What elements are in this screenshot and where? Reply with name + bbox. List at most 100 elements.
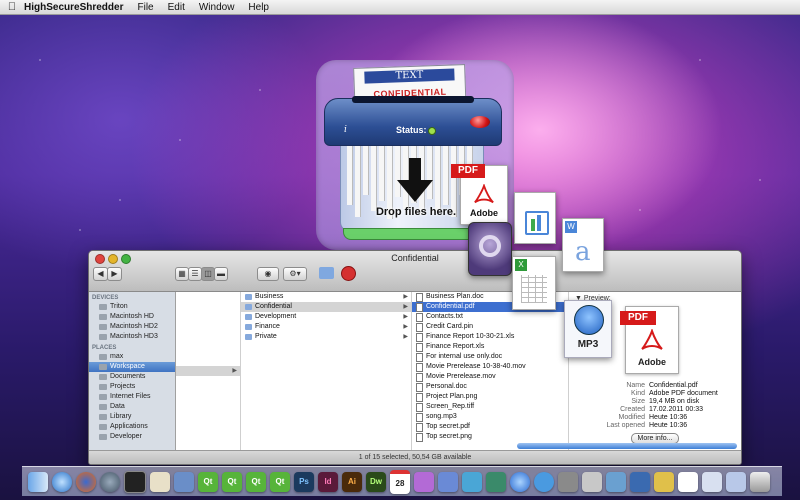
file-row[interactable]: Project Plan.png [412,392,568,402]
folder-row[interactable]: Development ▶ [241,312,411,322]
delete-icon[interactable] [341,266,356,281]
column-view-button[interactable]: ◫ [201,267,215,281]
app-dock-icon[interactable] [438,471,458,492]
menu-file[interactable]: File [137,2,153,13]
calendar-dock-icon[interactable]: 28 [390,469,410,494]
shred-button[interactable] [470,116,490,128]
sidebar-item-workspace[interactable]: Workspace [89,362,175,372]
sidebar-item-data[interactable]: Data [89,402,175,412]
sidebar-item-macintosh-hd[interactable]: Macintosh HD [89,312,175,322]
sidebar-item-label: max [110,353,124,360]
info-icon[interactable]: i [344,125,347,135]
list-view-button[interactable]: ☰ [188,267,202,281]
file-row[interactable]: Top secret.png [412,432,568,442]
folder-row[interactable]: Finance ▶ [241,322,411,332]
sidebar-item-macintosh-hd3[interactable]: Macintosh HD3 [89,332,175,342]
app-dock-icon[interactable] [654,471,674,492]
file-row[interactable]: Contacts.txt [412,312,568,322]
sidebar-item-projects[interactable]: Projects [89,382,175,392]
window-titlebar[interactable]: Confidential ◀ ▶ ▦ ☰ ◫ ▬ ◉ ⚙▾ [89,251,741,292]
illustrator-dock-icon[interactable]: Ai [342,471,362,492]
folder-row[interactable]: Business ▶ [241,292,411,302]
sidebar-item-label: Applications [110,423,148,430]
folder-icon [245,324,252,330]
app-dock-icon[interactable] [558,471,578,492]
app-dock-icon[interactable] [414,471,434,492]
movie-icon [416,362,423,372]
editor-dock-icon[interactable] [150,471,170,492]
folder-row[interactable]: Private ▶ [241,332,411,342]
system-dock-icon[interactable] [100,471,120,492]
action-gear-icon[interactable]: ⚙▾ [283,267,307,281]
folder-row[interactable]: Confidential ▶ [241,302,411,312]
app-menu[interactable]: HighSecureShredder [24,2,123,13]
file-name: Contacts.txt [426,313,463,320]
firefox-dock-icon[interactable] [76,471,96,492]
file-name: Project Plan.png [426,393,478,400]
app-dock-icon[interactable] [606,471,626,492]
sidebar-item-developer[interactable]: Developer [89,432,175,442]
sidebar-item-label: Triton [110,303,128,310]
shredder-dock-icon[interactable] [630,471,650,492]
safari-dock-icon[interactable] [52,471,72,492]
folder-icon [99,424,107,430]
terminal-dock-icon[interactable] [124,470,146,493]
qt-dock-icon-4[interactable]: Qt [270,471,290,492]
sidebar-item-triton[interactable]: Triton [89,302,175,312]
app-dock-icon[interactable] [678,471,698,492]
qt-dock-icon-2[interactable]: Qt [222,471,242,492]
quicktime-icon [468,222,512,276]
sidebar-item-internet-files[interactable]: Internet Files [89,392,175,402]
document-icon [416,352,423,362]
forward-button[interactable]: ▶ [107,267,122,281]
sidebar-item-library[interactable]: Library [89,412,175,422]
icon-view-button[interactable]: ▦ [175,267,189,281]
qt-dock-icon-1[interactable]: Qt [198,471,218,492]
quicklook-eye-icon[interactable]: ◉ [257,267,279,281]
file-row[interactable]: Finance Report.xls [412,342,568,352]
home-icon [99,354,107,360]
itunes-dock-icon[interactable] [510,471,530,492]
sidebar-item-label: Developer [110,433,142,440]
dock: Qt Qt Qt Qt Ps Id Ai Dw 28 [22,466,782,496]
list-item-selected-path[interactable]: ▶ [176,366,240,376]
sidebar-item-macintosh-hd2[interactable]: Macintosh HD2 [89,322,175,332]
sidebar-item-documents[interactable]: Documents [89,372,175,382]
menu-edit[interactable]: Edit [168,2,185,13]
xcode-dock-icon[interactable] [174,471,194,492]
new-folder-icon[interactable] [319,267,334,279]
file-name: Personal.doc [426,383,467,390]
app-dock-icon[interactable] [486,471,506,492]
pdf-tag: PDF [620,311,656,325]
trash-dock-icon[interactable] [750,471,770,492]
file-row[interactable]: Top secret.pdf [412,422,568,432]
apple-menu-icon[interactable]:  [0,1,24,13]
photoshop-dock-icon[interactable]: Ps [294,471,314,492]
documents-stack-dock-icon[interactable] [702,471,722,492]
sidebar-item-applications[interactable]: Applications [89,422,175,432]
qt-dock-icon-3[interactable]: Qt [246,471,266,492]
menu-help[interactable]: Help [248,2,269,13]
places-header: PLACES [92,345,117,351]
sidebar-item-max[interactable]: max [89,352,175,362]
file-row[interactable]: song.mp3 [412,412,568,422]
indesign-dock-icon[interactable]: Id [318,471,338,492]
file-row[interactable]: Movie Prerelease 10-38-40.mov [412,362,568,372]
back-button[interactable]: ◀ [93,267,108,281]
dreamweaver-dock-icon[interactable]: Dw [366,471,386,492]
menu-window[interactable]: Window [199,2,235,13]
app-dock-icon[interactable] [582,471,602,492]
file-row[interactable]: For internal use only.doc [412,352,568,362]
ichat-dock-icon[interactable] [534,471,554,492]
finder-dock-icon[interactable] [28,471,48,492]
file-row[interactable]: Finance Report 10-30-21.xls [412,332,568,342]
downloads-stack-dock-icon[interactable] [726,471,746,492]
file-row[interactable]: Personal.doc [412,382,568,392]
finder-window: Confidential ◀ ▶ ▦ ☰ ◫ ▬ ◉ ⚙▾ DEVICES Tr… [88,250,742,465]
app-dock-icon[interactable] [462,471,482,492]
file-row[interactable]: Screen_Rep.tiff [412,402,568,412]
file-row[interactable]: Movie Prerelease.mov [412,372,568,382]
coverflow-view-button[interactable]: ▬ [214,267,228,281]
file-row[interactable]: Credit Card.pin [412,322,568,332]
horizontal-scrollbar[interactable] [517,443,737,449]
